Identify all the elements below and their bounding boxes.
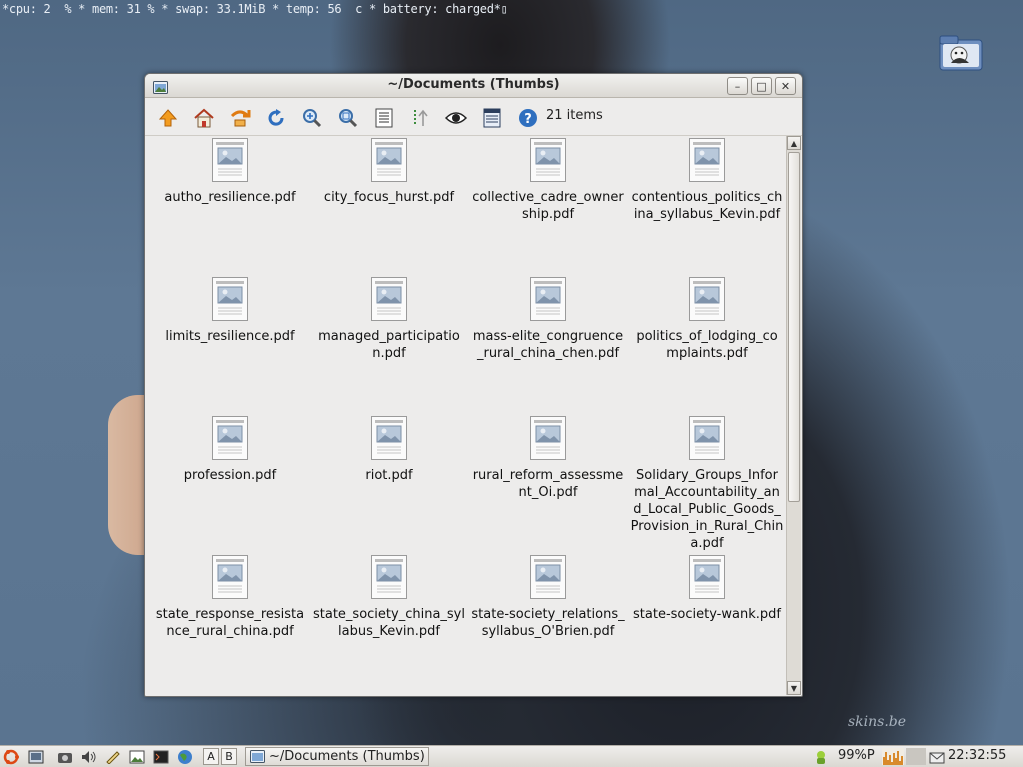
file-name-label: Solidary_Groups_Informal_Accountability_…: [630, 468, 784, 551]
file-item[interactable]: profession.pdf: [151, 416, 309, 548]
file-item[interactable]: managed_participation.pdf: [310, 277, 468, 409]
maximize-button[interactable]: □: [751, 77, 772, 95]
pdf-file-icon[interactable]: [689, 138, 725, 182]
window-title: ~/Documents (Thumbs): [387, 77, 560, 92]
file-name-label: city_focus_hurst.pdf: [323, 190, 455, 205]
refresh-icon[interactable]: [263, 105, 289, 131]
file-item[interactable]: state-society_relations_syllabus_O'Brien…: [469, 555, 627, 687]
file-item[interactable]: riot.pdf: [310, 416, 468, 548]
desktop-folder-icon[interactable]: [937, 33, 985, 73]
workspace-a-button[interactable]: A: [203, 748, 219, 765]
sort-icon[interactable]: [407, 105, 433, 131]
file-name-label: collective_cadre_ownership.pdf: [472, 190, 624, 222]
file-name-label: rural_reform_assessment_Oi.pdf: [472, 468, 624, 500]
cpu-graph-icon[interactable]: [882, 748, 904, 765]
pdf-file-icon[interactable]: [530, 416, 566, 460]
pdf-file-icon[interactable]: [530, 138, 566, 182]
scroll-up-button[interactable]: ▲: [787, 136, 801, 150]
taskbar-window-label: ~/Documents (Thumbs): [269, 749, 425, 764]
help-icon[interactable]: ?: [515, 105, 541, 131]
volume-icon[interactable]: [80, 748, 98, 765]
home-icon[interactable]: [191, 105, 217, 131]
system-status-bar: *cpu: 2 % * mem: 31 % * swap: 33.1MiB * …: [2, 2, 508, 16]
file-name-label: state-society_relations_syllabus_O'Brien…: [471, 607, 625, 639]
vertical-scrollbar[interactable]: ▲ ▼: [786, 136, 801, 695]
file-item[interactable]: contentious_politics_china_syllabus_Kevi…: [628, 138, 785, 270]
eye-icon[interactable]: [443, 105, 469, 131]
pdf-file-icon[interactable]: [689, 555, 725, 599]
file-name-label: mass-elite_congruence_rural_china_chen.p…: [472, 329, 624, 361]
file-item[interactable]: autho_resilience.pdf: [151, 138, 309, 270]
file-item[interactable]: Solidary_Groups_Informal_Accountability_…: [628, 416, 785, 551]
mail-icon[interactable]: [928, 748, 946, 765]
pdf-file-icon[interactable]: [371, 138, 407, 182]
pdf-file-icon[interactable]: [212, 416, 248, 460]
file-name-label: state_society_china_syllabus_Kevin.pdf: [313, 607, 465, 639]
scroll-down-button[interactable]: ▼: [787, 681, 801, 695]
item-count-label: 21 items: [546, 108, 603, 123]
file-name-label: managed_participation.pdf: [318, 329, 460, 361]
taskbar-window-button[interactable]: ~/Documents (Thumbs): [245, 747, 429, 766]
image-viewer-icon[interactable]: [128, 748, 146, 765]
pdf-file-icon[interactable]: [371, 416, 407, 460]
file-grid: autho_resilience.pdf city_focus_hurst.pdf…: [147, 136, 785, 696]
web-browser-icon[interactable]: [176, 748, 194, 765]
file-manager-window: ~/Documents (Thumbs) – □ ✕ ? 21 items au…: [144, 73, 803, 697]
camera-icon[interactable]: [56, 748, 74, 765]
details-view-icon[interactable]: [479, 105, 505, 131]
file-item[interactable]: city_focus_hurst.pdf: [310, 138, 468, 270]
terminal-icon[interactable]: [152, 748, 170, 765]
file-name-label: contentious_politics_china_syllabus_Kevi…: [631, 190, 783, 222]
pdf-file-icon[interactable]: [212, 277, 248, 321]
wallpaper-watermark: skins.be: [848, 714, 907, 730]
up-arrow-icon[interactable]: [155, 105, 181, 131]
scroll-thumb[interactable]: [788, 152, 800, 502]
file-item[interactable]: limits_resilience.pdf: [151, 277, 309, 409]
file-name-label: autho_resilience.pdf: [164, 190, 296, 205]
file-item[interactable]: collective_cadre_ownership.pdf: [469, 138, 627, 270]
file-item[interactable]: rural_reform_assessment_Oi.pdf: [469, 416, 627, 548]
zoom-in-icon[interactable]: [299, 105, 325, 131]
taskbar-window-icon: [250, 750, 265, 763]
pdf-file-icon[interactable]: [530, 555, 566, 599]
pdf-file-icon[interactable]: [212, 138, 248, 182]
show-desktop-icon[interactable]: [27, 748, 45, 765]
file-item[interactable]: state-society-wank.pdf: [628, 555, 785, 687]
memory-graph-icon[interactable]: [906, 748, 926, 765]
close-button[interactable]: ✕: [775, 77, 796, 95]
svg-text:?: ?: [524, 112, 532, 127]
window-titlebar[interactable]: ~/Documents (Thumbs) – □ ✕: [145, 74, 802, 98]
pdf-file-icon[interactable]: [689, 277, 725, 321]
zoom-fit-icon[interactable]: [335, 105, 361, 131]
file-name-label: riot.pdf: [365, 468, 413, 483]
pdf-file-icon[interactable]: [212, 555, 248, 599]
file-name-label: state-society-wank.pdf: [633, 607, 781, 622]
pdf-file-icon[interactable]: [371, 555, 407, 599]
clock: 22:32:55: [948, 748, 1007, 763]
workspace-b-button[interactable]: B: [221, 748, 237, 765]
battery-status: 99%P: [838, 748, 875, 763]
pdf-file-icon[interactable]: [530, 277, 566, 321]
file-name-label: state_response_resistance_rural_china.pd…: [155, 607, 305, 639]
file-name-label: profession.pdf: [183, 468, 277, 483]
pdf-file-icon[interactable]: [371, 277, 407, 321]
file-item[interactable]: mass-elite_congruence_rural_china_chen.p…: [469, 277, 627, 409]
toolbar: ? 21 items: [145, 98, 802, 136]
list-view-icon[interactable]: [371, 105, 397, 131]
file-item[interactable]: state_response_resistance_rural_china.pd…: [151, 555, 309, 687]
taskbar: A B ~/Documents (Thumbs) 99%P 22:32:55: [0, 745, 1023, 767]
file-name-label: politics_of_lodging_complaints.pdf: [636, 329, 778, 361]
ubuntu-menu-icon[interactable]: [2, 748, 20, 765]
file-item[interactable]: politics_of_lodging_complaints.pdf: [628, 277, 785, 409]
file-item[interactable]: state_society_china_syllabus_Kevin.pdf: [310, 555, 468, 687]
pdf-file-icon[interactable]: [689, 416, 725, 460]
go-to-icon[interactable]: [227, 105, 253, 131]
minimize-button[interactable]: –: [727, 77, 748, 95]
file-name-label: limits_resilience.pdf: [165, 329, 295, 344]
editor-icon[interactable]: [104, 748, 122, 765]
battery-mascot-icon[interactable]: [812, 748, 830, 765]
